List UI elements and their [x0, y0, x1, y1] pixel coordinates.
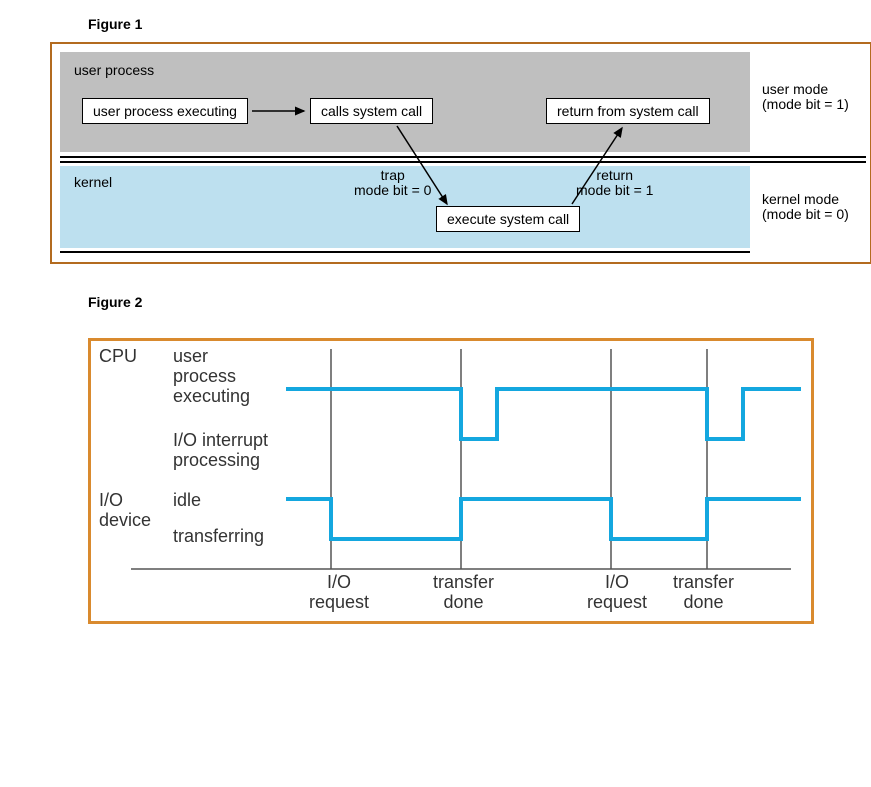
trap-label: trap mode bit = 0 — [354, 168, 431, 199]
figure2-title: Figure 2 — [88, 294, 831, 310]
box-return-syscall: return from system call — [546, 98, 710, 124]
mode-boundary-top — [60, 156, 866, 158]
figure1-title: Figure 1 — [88, 16, 831, 32]
kernel-mode-label: kernel mode (mode bit = 0) — [762, 192, 849, 223]
box-calls-syscall: calls system call — [310, 98, 433, 124]
figure2-frame: CPU I/O device user process executing I/… — [88, 338, 814, 624]
figure1-frame: user process kernel user process executi… — [50, 42, 871, 264]
box-user-exec: user process executing — [82, 98, 248, 124]
mode-boundary-bot — [60, 161, 866, 163]
user-process-label: user process — [74, 62, 154, 78]
box-execute-syscall: execute system call — [436, 206, 580, 232]
figure2-svg — [91, 341, 811, 621]
return-label: return mode bit = 1 — [576, 168, 653, 199]
kernel-label: kernel — [74, 174, 112, 190]
kernel-baseline — [60, 251, 750, 253]
user-mode-label: user mode (mode bit = 1) — [762, 82, 849, 113]
